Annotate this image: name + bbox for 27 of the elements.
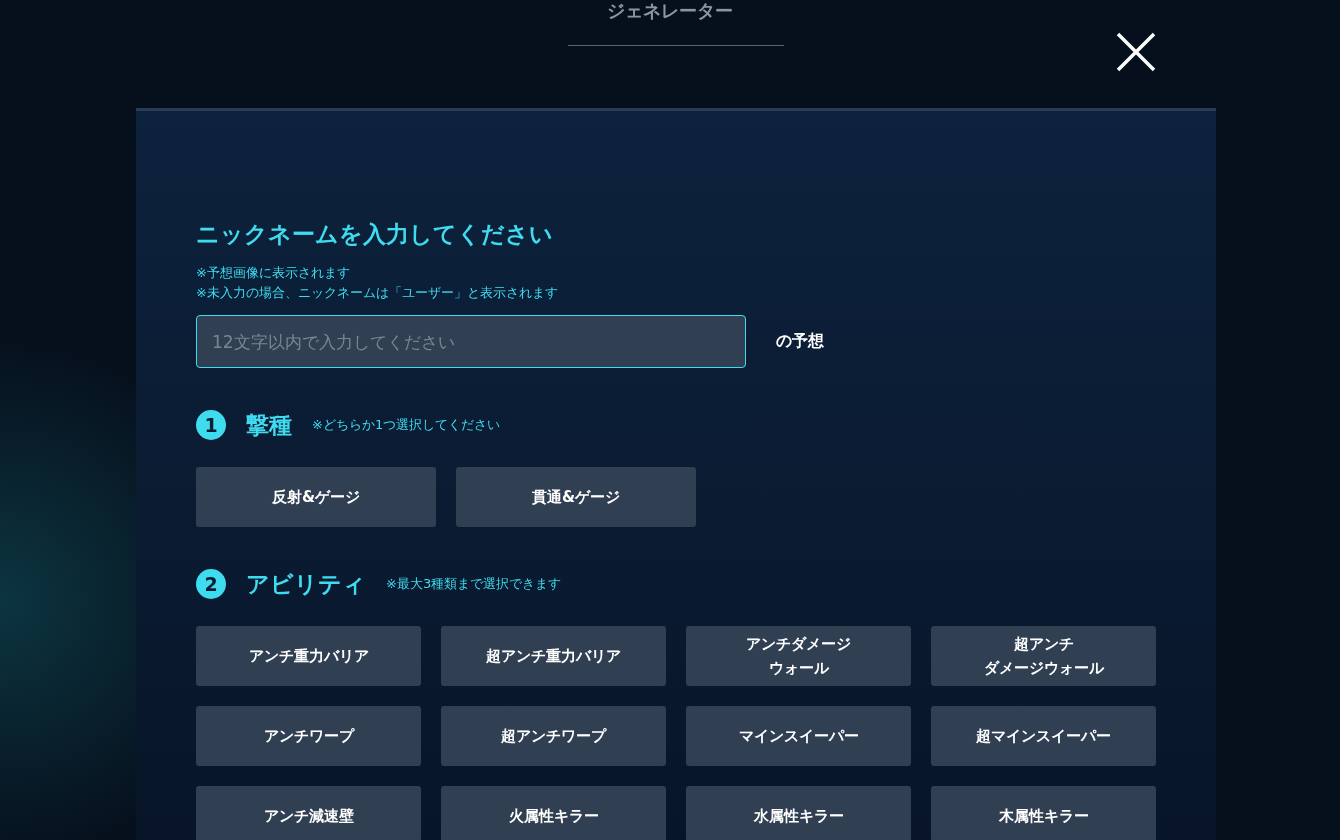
- option-button[interactable]: 反射&ゲージ: [196, 467, 436, 527]
- option-button[interactable]: アンチダメージ ウォール: [686, 626, 911, 686]
- nickname-heading: ニックネームを入力してください: [196, 220, 553, 249]
- section-note: ※どちらか1つ選択してください: [312, 416, 501, 434]
- option-button[interactable]: 水属性キラー: [686, 786, 911, 840]
- option-button[interactable]: 超アンチ重力バリア: [441, 626, 666, 686]
- step-number: 1: [196, 410, 226, 440]
- option-button[interactable]: 火属性キラー: [441, 786, 666, 840]
- option-button[interactable]: 超アンチワープ: [441, 706, 666, 766]
- prediction-label: の予想: [776, 331, 824, 352]
- section-note: ※最大3種類まで選択できます: [386, 575, 562, 593]
- option-button[interactable]: アンチ減速壁: [196, 786, 421, 840]
- section-title: アビリティ: [246, 569, 366, 599]
- step-number: 2: [196, 569, 226, 599]
- nickname-field[interactable]: 12文字以内で入力してください: [196, 315, 746, 368]
- option-button[interactable]: アンチ重力バリア: [196, 626, 421, 686]
- option-button[interactable]: 貫通&ゲージ: [456, 467, 696, 527]
- section-title: 撃種: [246, 410, 292, 440]
- note-text: ※未入力の場合、ニックネームは「ユーザー」と表示されます: [196, 284, 558, 302]
- option-button[interactable]: 超アンチ ダメージウォール: [931, 626, 1156, 686]
- option-button[interactable]: マインスイーパー: [686, 706, 911, 766]
- option-button[interactable]: 超マインスイーパー: [931, 706, 1156, 766]
- note-text: ※予想画像に表示されます: [196, 264, 350, 282]
- option-button[interactable]: 木属性キラー: [931, 786, 1156, 840]
- close-button[interactable]: [1116, 32, 1156, 72]
- page-title: ジェネレーター: [607, 0, 733, 22]
- option-button[interactable]: アンチワープ: [196, 706, 421, 766]
